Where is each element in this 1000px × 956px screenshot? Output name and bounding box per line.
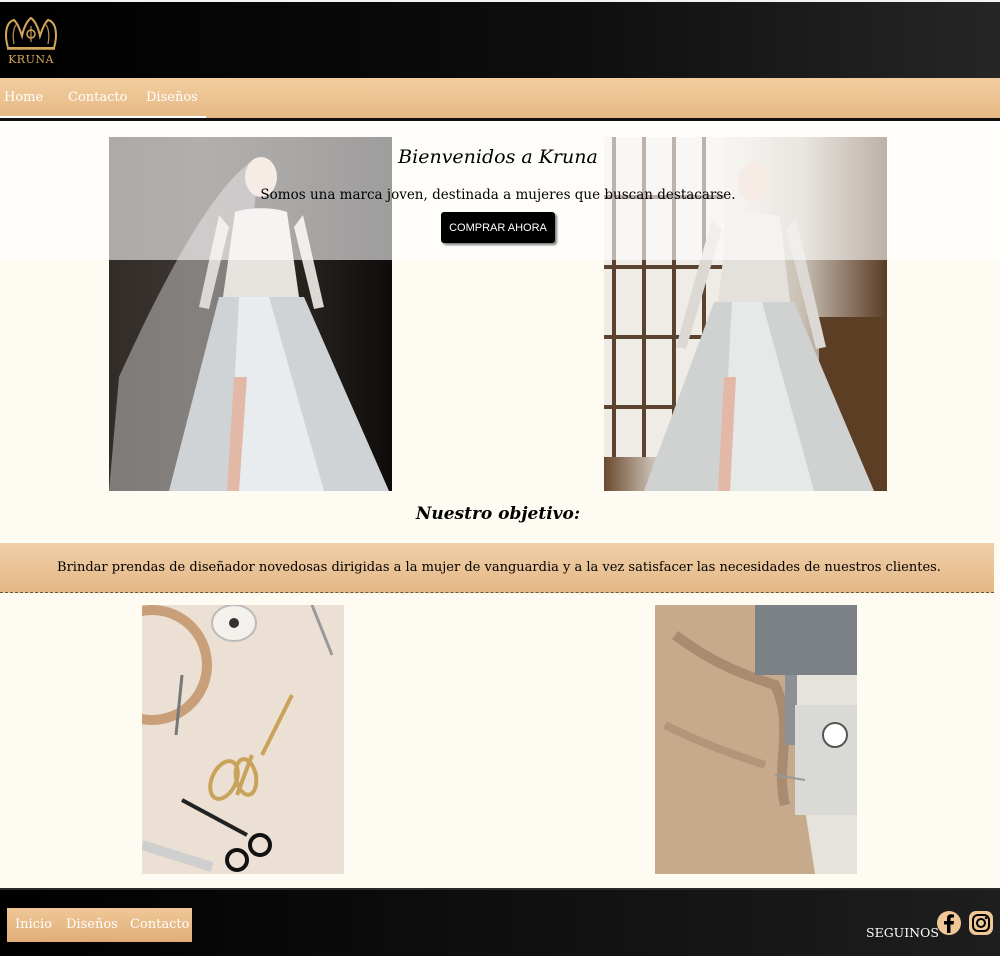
follow-us-label: SEGUINOS bbox=[866, 925, 939, 940]
footer-link-contacto[interactable]: Contacto bbox=[130, 917, 189, 932]
objective-text: Brindar prendas de diseñador novedosas d… bbox=[57, 560, 941, 575]
facebook-icon[interactable] bbox=[936, 910, 962, 936]
footer-link-disenos[interactable]: Diseños bbox=[66, 917, 118, 932]
buy-now-button[interactable]: COMPRAR AHORA bbox=[441, 212, 555, 243]
nav-item-contacto[interactable]: Contacto bbox=[68, 90, 127, 105]
header-top-strip bbox=[0, 0, 1000, 2]
crown-icon bbox=[5, 16, 57, 50]
kruna-logo[interactable]: KRUNA bbox=[2, 14, 60, 66]
footer-link-inicio[interactable]: Inicio bbox=[15, 917, 52, 932]
instagram-icon[interactable] bbox=[968, 910, 994, 936]
sewing-tools-image bbox=[142, 605, 344, 874]
objective-title: Nuestro objetivo: bbox=[415, 504, 581, 524]
hero-title: Bienvenidos a Kruna bbox=[398, 146, 598, 168]
footer-top-border bbox=[0, 888, 1000, 890]
hero-subtitle: Somos una marca joven, destinada a mujer… bbox=[260, 187, 736, 203]
site-header bbox=[0, 0, 1000, 78]
sewing-machine-image bbox=[655, 605, 857, 874]
nav-item-home[interactable]: Home bbox=[4, 90, 43, 105]
nav-item-disenos[interactable]: Diseños bbox=[146, 90, 198, 105]
logo-text: KRUNA bbox=[8, 53, 54, 66]
